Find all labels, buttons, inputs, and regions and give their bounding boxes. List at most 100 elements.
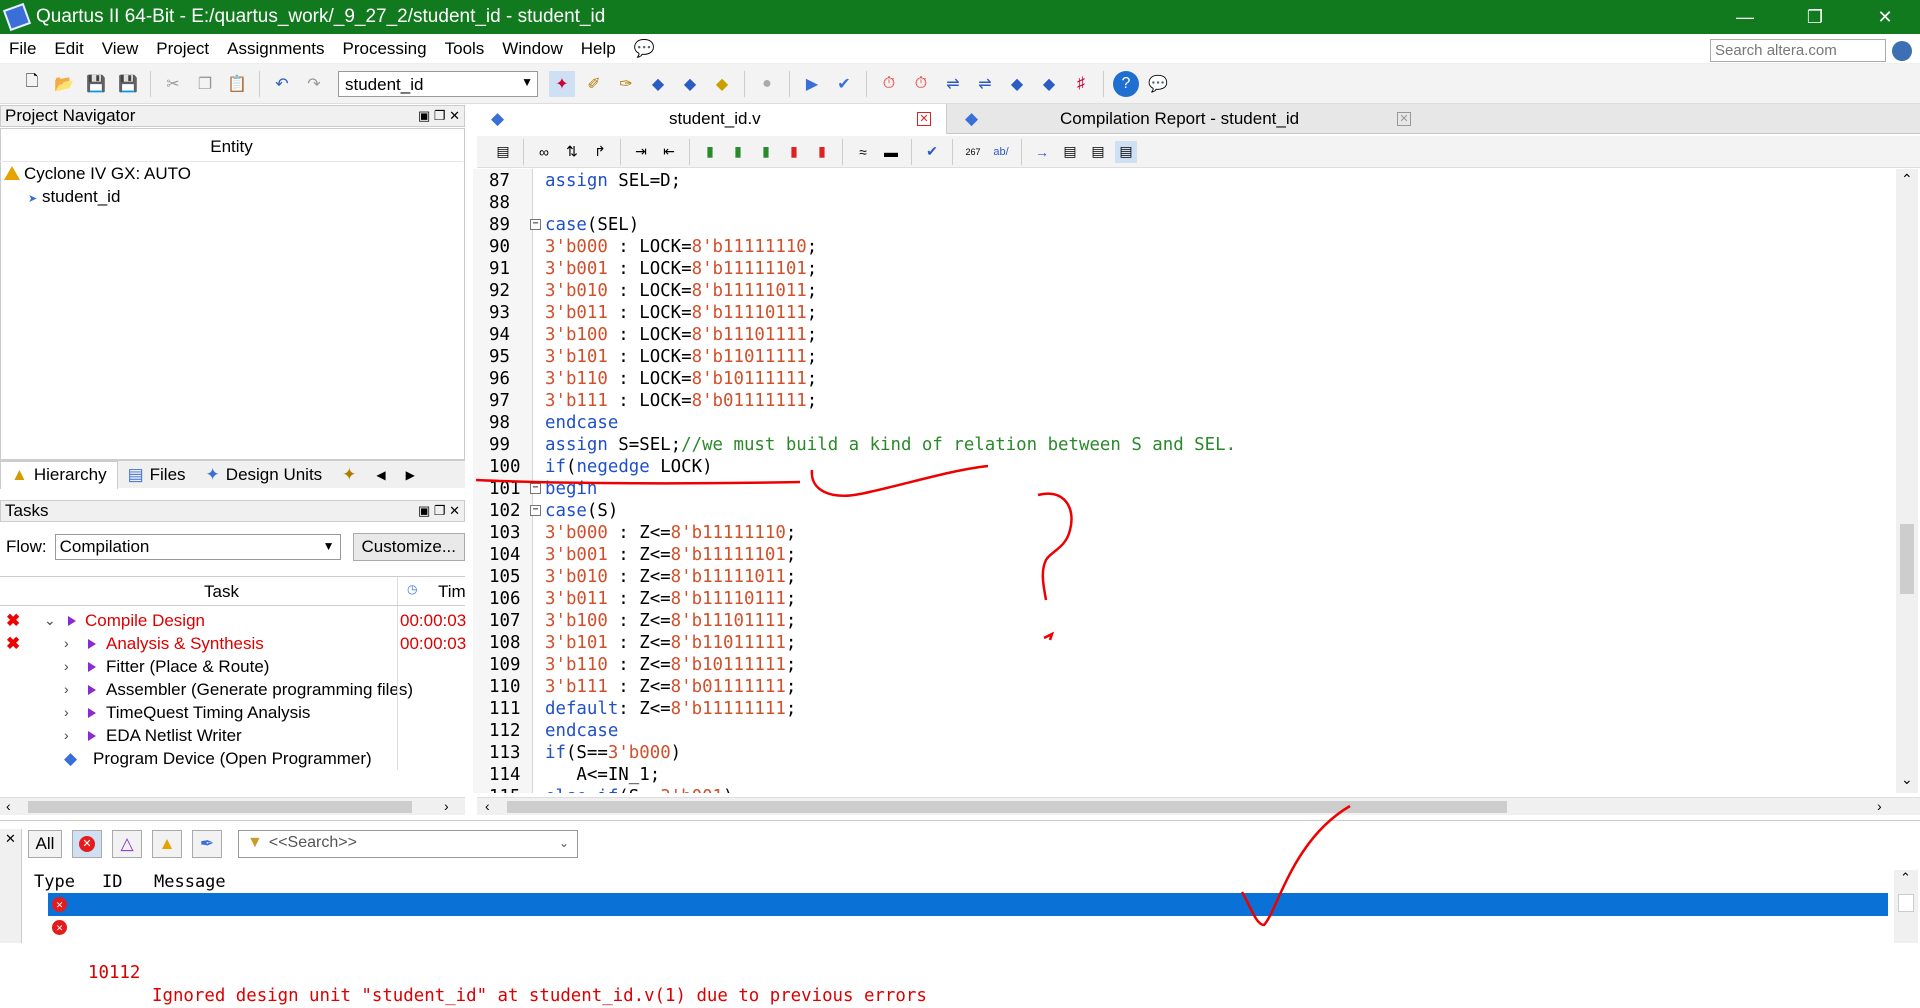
search-altera-input[interactable]: Search altera.com: [1710, 39, 1886, 62]
insert-template-icon[interactable]: ≈: [852, 141, 874, 163]
case-line[interactable]: 3'b110 : LOCK=8'b10111111;: [545, 368, 817, 390]
case-line[interactable]: 3'b010 : LOCK=8'b11111011;: [545, 280, 817, 302]
task-timequest[interactable]: › TimeQuest Timing Analysis: [0, 701, 465, 724]
filter-info-button[interactable]: ✒: [192, 830, 222, 858]
abc-icon[interactable]: ab/: [990, 141, 1012, 163]
new-file-icon[interactable]: 🗋: [19, 71, 45, 97]
task-analysis-synthesis[interactable]: ✖ › Analysis & Synthesis 00:00:03: [0, 632, 466, 655]
close-window-button[interactable]: ✕: [1850, 0, 1920, 34]
programmer-icon[interactable]: ◆: [1004, 71, 1030, 97]
messages-vertical-scrollbar[interactable]: ⌃: [1894, 870, 1918, 943]
case-line[interactable]: 3'b000 : Z<=8'b11111110;: [545, 522, 796, 544]
run-task-icon[interactable]: [88, 685, 96, 695]
code-editor[interactable]: 87 88 89 90 91 92 93 94 95 96 97 98 99 100 101 102 103 10…: [473, 169, 1898, 793]
copy-icon[interactable]: ❐: [192, 71, 218, 97]
redo-icon[interactable]: ↷: [301, 71, 327, 97]
menu-processing[interactable]: Processing: [334, 39, 436, 59]
chevron-right-icon[interactable]: ›: [64, 724, 69, 747]
code-line[interactable]: case(S): [545, 500, 618, 522]
line-numbers-icon[interactable]: 267: [962, 141, 984, 163]
assignment-editor-icon[interactable]: ✐: [581, 71, 607, 97]
case-line[interactable]: 3'b100 : LOCK=8'b11101111;: [545, 324, 817, 346]
indent-icon[interactable]: ⇥: [630, 141, 652, 163]
scroll-left-icon[interactable]: ‹: [6, 798, 11, 814]
task-compile-design[interactable]: ✖ ⌄ Compile Design 00:00:03: [0, 609, 466, 632]
flow-select[interactable]: Compilation ▼: [54, 534, 341, 560]
scroll-up-icon[interactable]: ⌃: [1900, 870, 1911, 886]
menu-file[interactable]: File: [0, 39, 45, 59]
bookmarks-list-icon[interactable]: ▮: [811, 141, 833, 163]
help-chat-icon[interactable]: 💬: [625, 39, 664, 59]
scroll-right-icon[interactable]: ›: [444, 798, 449, 814]
filter-all-button[interactable]: All: [28, 830, 62, 858]
editor-settings-icon[interactable]: ▤: [492, 141, 514, 163]
scrollbar-thumb[interactable]: [28, 801, 412, 813]
menu-project[interactable]: Project: [147, 39, 218, 59]
menu-help[interactable]: Help: [572, 39, 625, 59]
entity-select[interactable]: student_id ▼: [338, 70, 538, 97]
task-program-device[interactable]: ◆ Program Device (Open Programmer): [0, 747, 465, 770]
message-search-input[interactable]: ▼ <<Search>> ⌄: [238, 830, 578, 858]
case-line[interactable]: 3'b100 : Z<=8'b11101111;: [545, 610, 796, 632]
filter-critical-warnings-button[interactable]: △: [112, 830, 142, 858]
replace-icon[interactable]: ⇅: [561, 141, 583, 163]
tab-compilation-report[interactable]: ◆ Compilation Report - student_id ✕: [957, 104, 1437, 134]
paste-icon[interactable]: 📋: [224, 71, 250, 97]
message-row[interactable]: ✕ 10112 Ignored design unit "student_id"…: [48, 916, 1888, 1006]
chevron-down-icon[interactable]: ⌄: [44, 609, 56, 632]
tab-more[interactable]: ✦: [332, 461, 366, 489]
code-line[interactable]: case(SEL): [545, 214, 639, 236]
chevron-right-icon[interactable]: ›: [64, 678, 69, 701]
close-messages-icon[interactable]: ✕: [5, 831, 16, 847]
signaltap-icon[interactable]: ♯: [1068, 71, 1094, 97]
case-line[interactable]: 3'b001 : Z<=8'b11111101;: [545, 544, 796, 566]
fold-toggle-icon[interactable]: −: [530, 505, 541, 516]
menu-assignments[interactable]: Assignments: [218, 39, 333, 59]
clear-bookmark-icon[interactable]: ▮: [783, 141, 805, 163]
next-bookmark-icon[interactable]: ▮: [727, 141, 749, 163]
menu-edit[interactable]: Edit: [45, 39, 92, 59]
find-icon[interactable]: ∞: [533, 141, 555, 163]
tab-files[interactable]: ▤ Files: [118, 461, 196, 489]
pin-planner-icon[interactable]: ✦: [549, 70, 575, 97]
panel3-icon[interactable]: ▤: [1115, 140, 1137, 163]
scrollbar-thumb[interactable]: [1898, 894, 1914, 912]
code-line[interactable]: assign SEL=D;: [545, 170, 681, 192]
task-fitter[interactable]: › Fitter (Place & Route): [0, 655, 465, 678]
device-row[interactable]: Cyclone IV GX: AUTO: [0, 163, 191, 185]
scroll-left-icon[interactable]: ‹: [485, 798, 490, 814]
tab-design-units[interactable]: ✦ Design Units: [196, 461, 333, 489]
case-line[interactable]: 3'b000 : LOCK=8'b11111110;: [545, 236, 817, 258]
rtl-viewer-icon[interactable]: ✔: [831, 71, 857, 97]
chevron-right-icon[interactable]: ›: [64, 655, 69, 678]
bookmark-icon[interactable]: ▮: [699, 141, 721, 163]
code-line[interactable]: endcase: [545, 412, 618, 434]
message-row-selected[interactable]: ✕ 10170 Verilog HDL syntax error at stud…: [48, 893, 1888, 983]
help-icon[interactable]: ?: [1113, 70, 1139, 97]
play-icon[interactable]: ▶: [799, 71, 825, 97]
code-line[interactable]: if(S==3'b000): [545, 742, 681, 764]
fold-toggle-icon[interactable]: −: [530, 219, 541, 230]
editor-vertical-scrollbar[interactable]: ⌃ ⌄: [1896, 169, 1918, 793]
undo-icon[interactable]: ↶: [269, 71, 295, 97]
case-line[interactable]: 3'b110 : Z<=8'b10111111;: [545, 654, 796, 676]
open-file-icon[interactable]: 📂: [51, 71, 77, 97]
arrow-right-icon[interactable]: →: [1031, 141, 1053, 163]
menu-tools[interactable]: Tools: [436, 39, 494, 59]
timequest-icon[interactable]: ⏱: [876, 71, 902, 97]
menu-window[interactable]: Window: [493, 39, 571, 59]
analysis-synthesis-icon[interactable]: ◆: [677, 71, 703, 97]
filter-errors-button[interactable]: ✕: [72, 830, 102, 858]
start-compilation-icon[interactable]: ◆: [645, 71, 671, 97]
cut-icon[interactable]: ✂: [160, 71, 186, 97]
editor-horizontal-scrollbar[interactable]: ‹ ›: [477, 797, 1920, 815]
timing-icon[interactable]: ⏱: [908, 71, 934, 97]
code-line[interactable]: assign S=SEL;//we must build a kind of r…: [545, 434, 1236, 456]
run-task-icon[interactable]: [88, 708, 96, 718]
task-eda-netlist[interactable]: › EDA Netlist Writer: [0, 724, 465, 747]
case-line[interactable]: 3'b101 : Z<=8'b11011111;: [545, 632, 796, 654]
case-line[interactable]: 3'b111 : LOCK=8'b01111111;: [545, 390, 817, 412]
tasks-panel-controls-icon[interactable]: ▣ ❐ ✕: [418, 501, 460, 521]
error-line[interactable]: if(negedge LOCK): [545, 456, 713, 478]
case-line[interactable]: 3'b011 : LOCK=8'b11110111;: [545, 302, 817, 324]
